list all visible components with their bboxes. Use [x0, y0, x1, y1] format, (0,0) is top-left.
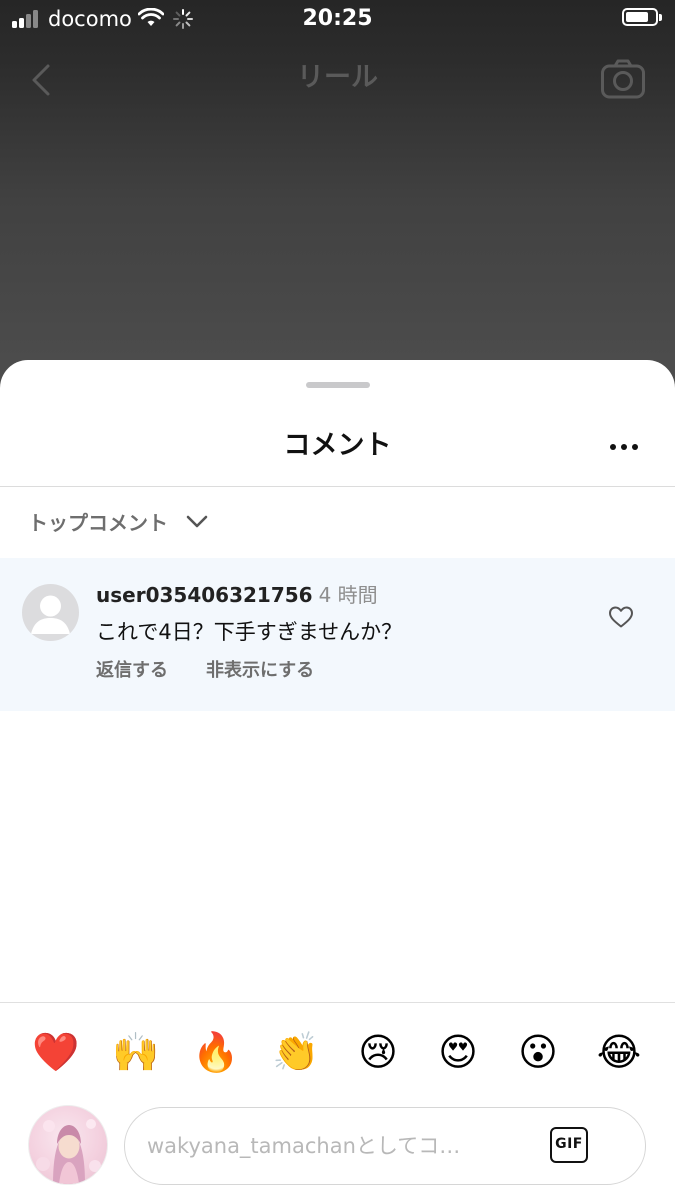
comment-input[interactable]: wakyana_tamachanとしてコ… GIF: [124, 1107, 646, 1185]
header-divider: [0, 486, 675, 487]
status-bar: docomo 20:25: [0, 0, 675, 40]
comments-sheet: コメント トップコメント user035406321756 4 時間 これで4日？…: [0, 360, 675, 1200]
emoji-heart-eyes-button[interactable]: 😍: [430, 1024, 486, 1080]
default-avatar-icon: [31, 595, 70, 634]
comment-text: これで4日？下手すぎませんか？: [96, 620, 403, 644]
emoji-raising-hands-button[interactable]: 🙌: [108, 1024, 164, 1080]
avatar[interactable]: [22, 584, 79, 641]
heart-outline-icon[interactable]: [608, 605, 634, 629]
sheet-title: コメント: [283, 430, 392, 461]
underlying-nav-bar: リール: [0, 52, 675, 108]
sheet-grabber-handle[interactable]: [306, 382, 370, 388]
more-options-button[interactable]: [600, 432, 648, 462]
comment-item: user035406321756 4 時間 これで4日？下手すぎませんか？ 返信す…: [0, 558, 675, 711]
emoji-surprised-button[interactable]: 😮: [510, 1024, 566, 1080]
emoji-fire-button[interactable]: 🔥: [188, 1024, 244, 1080]
reply-button[interactable]: 返信する: [96, 657, 168, 685]
profile-photo: [36, 1119, 101, 1184]
emoji-laughing-button[interactable]: 😂: [591, 1024, 647, 1080]
gif-button[interactable]: GIF: [550, 1127, 588, 1163]
comment-username[interactable]: user035406321756: [96, 583, 313, 607]
composer-divider: [0, 1002, 675, 1003]
emoji-clapping-button[interactable]: 👏: [268, 1024, 324, 1080]
comment-meta: user035406321756 4 時間: [96, 580, 378, 610]
comment-time: 4 時間: [318, 583, 378, 607]
battery-icon: [622, 8, 662, 26]
clock: 20:25: [302, 6, 373, 31]
sort-label: トップコメント: [28, 511, 168, 535]
hide-button[interactable]: 非表示にする: [206, 657, 314, 685]
emoji-heart-button[interactable]: ❤️: [28, 1024, 84, 1080]
current-user-avatar: [28, 1105, 108, 1185]
camera-icon[interactable]: [600, 58, 646, 100]
underlying-page-title: リール: [297, 62, 378, 93]
chevron-down-icon: [186, 515, 208, 528]
emoji-quick-reactions: ❤️ 🙌 🔥 👏 😢 😍 😮 😂: [0, 1024, 675, 1080]
comment-input-placeholder: wakyana_tamachanとしてコ…: [147, 1134, 461, 1158]
more-horizontal-icon: [610, 444, 616, 450]
emoji-crying-button[interactable]: 😢: [350, 1024, 406, 1080]
